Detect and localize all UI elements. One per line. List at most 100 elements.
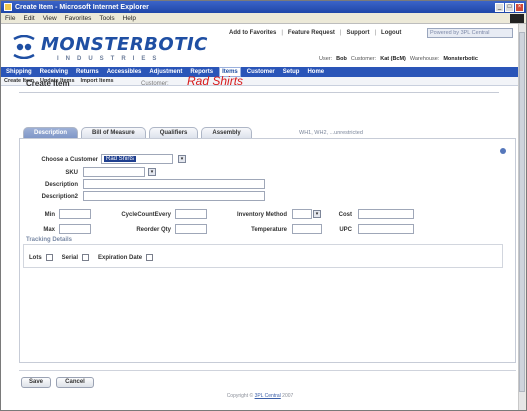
temperature-field[interactable] [292,224,322,234]
save-button[interactable]: Save [21,377,51,388]
tab-description[interactable]: Description [23,127,79,138]
tracking-options: Lots Serial Expiration Date [29,254,158,261]
expiration-date-checkbox[interactable] [146,254,154,261]
divider [19,92,499,93]
divider [19,370,516,371]
windows-logo-icon [510,13,524,23]
serial-checkbox[interactable] [82,254,90,261]
menu-edit[interactable]: Edit [23,15,34,22]
expiration-date-label: Expiration Date [98,254,143,261]
tab-bar: Description Bill of Measure Qualifiers A… [23,127,252,138]
description-field[interactable] [83,179,265,189]
nav-adjustment[interactable]: Adjustment [147,68,184,76]
reorder-qty-field[interactable] [175,224,207,234]
vertical-scrollbar[interactable] [518,24,525,410]
tab-qualifiers[interactable]: Qualifiers [148,127,199,138]
cost-label: Cost [338,212,352,218]
temperature-label: Temperature [251,227,287,233]
nav-shipping[interactable]: Shipping [4,68,34,76]
sku-field[interactable] [83,167,145,177]
tab-extra-text: WH1, WH2, ...unrestricted [299,130,363,136]
nav-customer[interactable]: Customer [245,68,277,76]
inventory-method-select[interactable] [292,209,312,219]
logo-text: MONSTERBOTIC [41,34,208,55]
cycle-count-field[interactable] [175,209,207,219]
choose-customer-label: Choose a Customer [41,157,98,163]
nav-returns[interactable]: Returns [74,68,101,76]
support-link[interactable]: Support [346,30,369,36]
min-field[interactable] [59,209,91,219]
upc-label: UPC [339,227,352,233]
user-value: Bob [336,56,347,62]
menu-file[interactable]: File [5,15,15,22]
chevron-down-icon[interactable]: ▾ [313,210,321,218]
warehouse-value: Monsterbotic [443,56,478,62]
close-button[interactable]: × [515,2,524,12]
customer-label: Customer: [350,56,377,62]
minimize-button[interactable]: _ [495,2,504,12]
tracking-details-title: Tracking Details [26,237,73,243]
choose-customer-value: Rad Shirts [104,156,137,162]
choose-customer-select[interactable]: Rad Shirts [101,154,173,164]
user-label: User: [319,56,333,62]
max-label: Max [43,227,55,233]
footer-prefix: Copyright © [226,393,254,399]
description-label: Description [44,182,78,188]
cancel-button[interactable]: Cancel [56,377,94,388]
menu-favorites[interactable]: Favorites [65,15,92,22]
max-field[interactable] [59,224,91,234]
scrollbar-thumb[interactable] [519,32,525,392]
warehouse-label: Warehouse: [409,56,440,62]
menu-view[interactable]: View [43,15,57,22]
user-info: User: Bob Customer: Kat (BcM) Warehouse:… [319,56,478,62]
logo-icon [13,35,35,59]
nav-accessibles[interactable]: Accessibles [105,68,144,76]
help-icon[interactable] [500,148,506,154]
tab-bill-of-measure[interactable]: Bill of Measure [81,127,146,138]
sku-label: SKU [65,170,78,176]
description2-field[interactable] [83,191,265,201]
inventory-method-label: Inventory Method [236,212,287,218]
tab-assembly[interactable]: Assembly [201,127,252,138]
feature-request-link[interactable]: Feature Request [288,30,335,36]
cycle-count-label: CycleCountEvery [121,212,171,218]
footer: Copyright © 3PL Central 2007 [1,393,519,399]
serial-label: Serial [61,254,79,261]
lots-checkbox[interactable] [45,254,53,261]
customer-heading-label: Customer: [141,81,169,87]
description2-label: Description2 [41,194,78,200]
sub-nav: Create Item Update Items Import Items [1,77,519,86]
top-links: Add to Favorites | Feature Request | Sup… [229,30,402,36]
main-nav: Shipping Receiving Returns Accessibles A… [1,67,519,77]
chevron-down-icon[interactable]: ▾ [178,155,186,163]
menu-help[interactable]: Help [123,15,136,22]
cost-field[interactable] [358,209,414,219]
reorder-qty-label: Reorder Qty [136,227,171,233]
page-title: Create Item [26,79,70,88]
logo-subtext: INDUSTRIES [57,56,164,62]
window-title: Create Item - Microsoft Internet Explore… [15,3,149,11]
logout-link[interactable]: Logout [381,30,401,36]
menubar: File Edit View Favorites Tools Help [1,13,526,24]
lots-label: Lots [29,254,42,261]
logo[interactable]: MONSTERBOTIC INDUSTRIES [7,30,207,70]
chevron-down-icon[interactable]: ▾ [148,168,156,176]
window-titlebar[interactable]: Create Item - Microsoft Internet Explore… [1,1,526,13]
subnav-import-items[interactable]: Import Items [81,78,114,84]
nav-receiving[interactable]: Receiving [38,68,70,76]
browser-window: Create Item - Microsoft Internet Explore… [0,0,527,411]
page-content: MONSTERBOTIC INDUSTRIES Add to Favorites… [1,24,519,410]
min-label: Min [44,212,55,218]
add-favorites-link[interactable]: Add to Favorites [229,30,276,36]
customer-value: Kat (BcM) [380,56,406,62]
menu-tools[interactable]: Tools [99,15,114,22]
ie-icon [4,3,12,11]
customer-heading-name: Rad Shirts [187,74,244,88]
nav-home[interactable]: Home [305,68,326,76]
footer-suffix: 2007 [282,393,294,399]
powered-by-badge[interactable]: Powered by 3PL Central [427,28,513,38]
upc-field[interactable] [358,224,414,234]
nav-setup[interactable]: Setup [281,68,302,76]
footer-link[interactable]: 3PL Central [255,393,281,399]
maximize-button[interactable]: □ [505,2,514,12]
